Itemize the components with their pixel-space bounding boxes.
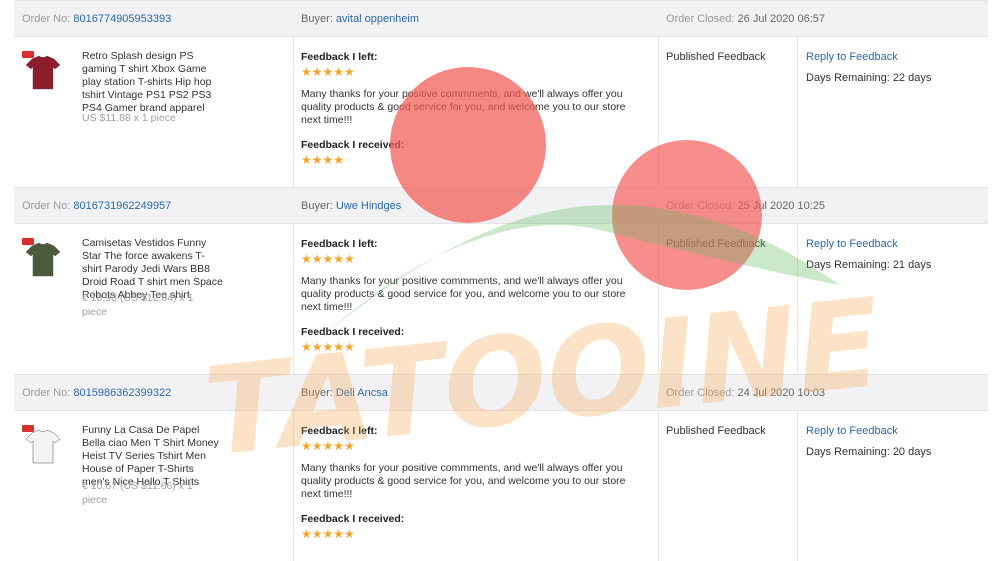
buyer-label: Buyer: [301,387,333,399]
column-divider [797,411,798,561]
feedback-left-label: Feedback I left: [301,51,378,63]
order-number-link[interactable]: 8016774905953393 [73,13,171,25]
order-header: Order No: 8015986362399322 Buyer: Deli A… [14,374,988,411]
days-remaining: Days Remaining: 21 days [806,259,932,271]
feedback-left-stars: ★★★★★ [301,65,355,79]
buyer: Buyer: avital oppenheim [301,13,419,25]
feedback-left-stars: ★★★★★ [301,252,355,266]
column-divider [293,411,294,561]
feedback-column: Feedback I left: ★★★★★ Many thanks for y… [301,425,641,541]
order-closed-label: Order Closed: [666,387,735,399]
product-price: € 10,93 (US $12.04) x 1 piece [82,292,194,318]
days-remaining: Days Remaining: 20 days [806,446,932,458]
tshirt-icon [25,55,61,90]
tshirt-icon [25,242,61,277]
order-closed-date: 24 Jul 2020 10:03 [737,387,826,399]
order-body: Camisetas Vestidos Funny Star The force … [14,224,988,374]
product-price: € 10,67 (US $11.66) x 1 piece [82,480,193,506]
buyer-link[interactable]: Uwe Hindges [336,200,401,212]
feedback-left-text: Many thanks for your positive commments,… [301,88,626,126]
feedback-left-text: Many thanks for your positive commments,… [301,462,626,500]
order-number-label: Order No: [22,13,71,25]
product-thumbnail[interactable] [22,425,64,467]
order-closed: Order Closed: 26 Jul 2020 06:57 [666,13,825,25]
product-title[interactable]: Retro Splash design PS gaming T shirt Xb… [82,50,224,115]
order-closed-date: 26 Jul 2020 06:57 [737,13,826,25]
order-block: Order No: 8016774905953393 Buyer: avital… [0,0,1000,187]
feedback-received-stars: ★★★★★ [301,340,355,354]
buyer-link[interactable]: Deli Ancsa [336,387,388,399]
reply-to-feedback-link[interactable]: Reply to Feedback [806,238,898,250]
order-closed: Order Closed: 24 Jul 2020 10:03 [666,387,825,399]
column-divider [658,224,659,374]
feedback-received-label: Feedback I received: [301,139,405,151]
feedback-left-label: Feedback I left: [301,238,378,250]
feedback-left-label: Feedback I left: [301,425,378,437]
order-number: Order No: 8015986362399322 [22,387,171,399]
tshirt-icon [25,429,61,464]
feedback-received-stars: ★★★★★ [301,527,355,541]
order-number-link[interactable]: 8015986362399322 [73,387,171,399]
order-header: Order No: 8016774905953393 Buyer: avital… [14,0,988,37]
feedback-status: Published Feedback [666,238,766,250]
order-closed: Order Closed: 25 Jul 2020 10:25 [666,200,825,212]
order-header: Order No: 8016731962249957 Buyer: Uwe Hi… [14,187,988,224]
order-body: Retro Splash design PS gaming T shirt Xb… [14,37,988,187]
orders-list: Order No: 8016774905953393 Buyer: avital… [0,0,1000,561]
order-closed-date: 25 Jul 2020 10:25 [737,200,826,212]
product-price: US $11.88 x 1 piece [82,112,176,124]
order-block: Order No: 8015986362399322 Buyer: Deli A… [0,374,1000,561]
feedback-status: Published Feedback [666,425,766,437]
order-number: Order No: 8016774905953393 [22,13,171,25]
buyer-label: Buyer: [301,200,333,212]
reply-to-feedback-link[interactable]: Reply to Feedback [806,425,898,437]
product-thumbnail[interactable] [22,51,64,93]
feedback-status: Published Feedback [666,51,766,63]
feedback-column: Feedback I left: ★★★★★ Many thanks for y… [301,238,641,354]
order-number-label: Order No: [22,387,71,399]
product-thumbnail[interactable] [22,238,64,280]
days-remaining: Days Remaining: 22 days [806,72,932,84]
order-closed-label: Order Closed: [666,200,735,212]
order-block: Order No: 8016731962249957 Buyer: Uwe Hi… [0,187,1000,374]
column-divider [658,37,659,187]
column-divider [658,411,659,561]
buyer-label: Buyer: [301,13,333,25]
buyer-link[interactable]: avital oppenheim [336,13,419,25]
buyer: Buyer: Deli Ancsa [301,387,388,399]
column-divider [797,224,798,374]
order-closed-label: Order Closed: [666,13,735,25]
column-divider [797,37,798,187]
order-number: Order No: 8016731962249957 [22,200,171,212]
feedback-left-text: Many thanks for your positive commments,… [301,275,626,313]
column-divider [293,224,294,374]
buyer: Buyer: Uwe Hindges [301,200,401,212]
order-number-label: Order No: [22,200,71,212]
feedback-received-label: Feedback I received: [301,513,405,525]
order-body: Funny La Casa De Papel Bella ciao Men T … [14,411,988,561]
feedback-left-stars: ★★★★★ [301,439,355,453]
order-number-link[interactable]: 8016731962249957 [73,200,171,212]
feedback-received-label: Feedback I received: [301,326,405,338]
reply-to-feedback-link[interactable]: Reply to Feedback [806,51,898,63]
column-divider [293,37,294,187]
feedback-received-stars: ★★★★ [301,153,345,167]
feedback-column: Feedback I left: ★★★★★ Many thanks for y… [301,51,641,167]
